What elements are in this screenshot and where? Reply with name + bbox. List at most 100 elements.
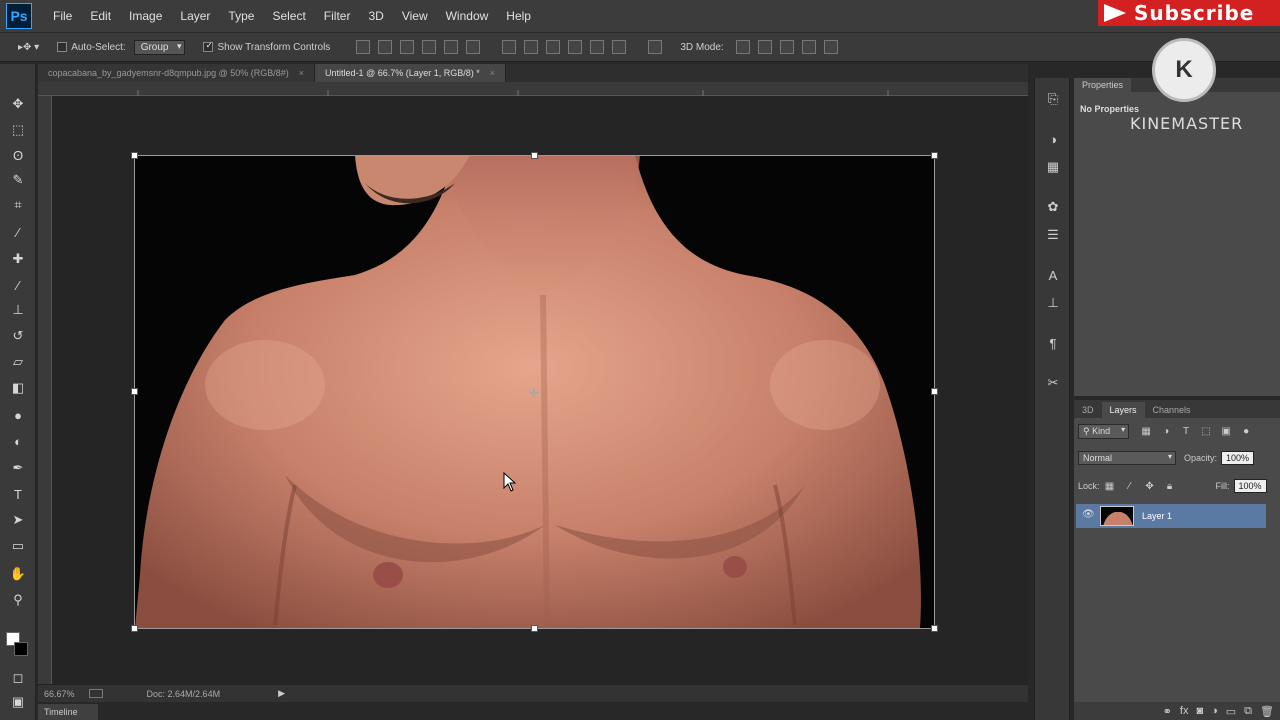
opacity-input[interactable]: 100% xyxy=(1221,451,1255,465)
screen-mode-icon[interactable]: ▣ xyxy=(8,692,28,712)
align-top-icon[interactable] xyxy=(356,40,371,54)
transform-handle[interactable] xyxy=(931,152,938,159)
adjustment-layer-icon[interactable]: ◑ xyxy=(1211,705,1218,717)
move-icon[interactable]: ✥ xyxy=(8,94,28,114)
brush-presets-icon[interactable]: ✿ xyxy=(1044,198,1062,216)
clone-stamp-icon[interactable]: ⊥ xyxy=(8,300,28,320)
show-transform-checkbox[interactable]: Show Transform Controls xyxy=(203,42,330,53)
menu-type[interactable]: Type xyxy=(219,9,263,23)
menu-layer[interactable]: Layer xyxy=(171,9,219,23)
lock-all-icon[interactable]: 🔒︎ xyxy=(1163,479,1177,493)
tab-properties[interactable]: Properties xyxy=(1074,78,1132,92)
layer-filter-dropdown[interactable]: ⚲ Kind xyxy=(1078,424,1130,439)
brush-icon[interactable]: ∕ xyxy=(8,275,28,295)
blur-icon[interactable]: ● xyxy=(8,405,28,425)
adjustments-panel-icon[interactable]: ☰ xyxy=(1044,226,1062,244)
menu-edit[interactable]: Edit xyxy=(81,9,120,23)
eraser-icon[interactable]: ▱ xyxy=(8,352,28,372)
status-icon[interactable] xyxy=(88,689,103,698)
paragraph-panel-icon[interactable]: ¶ xyxy=(1044,334,1062,352)
auto-select-checkbox[interactable]: Auto-Select: xyxy=(57,42,126,53)
zoom-icon[interactable]: ⚲ xyxy=(8,590,28,610)
tab-3d[interactable]: 3D xyxy=(1074,402,1102,418)
close-icon[interactable]: × xyxy=(490,68,495,78)
zoom-level[interactable]: 66.67% xyxy=(44,689,75,699)
menu-select[interactable]: Select xyxy=(263,9,314,23)
transform-handle[interactable] xyxy=(931,625,938,632)
layer-row[interactable]: 👁︎ Layer 1 xyxy=(1076,504,1266,528)
auto-align-icon[interactable] xyxy=(648,40,663,54)
filter-adjustment-icon[interactable]: ◑ xyxy=(1159,425,1173,439)
align-vcenter-icon[interactable] xyxy=(378,40,393,54)
quick-select-icon[interactable]: ✎ xyxy=(8,170,28,190)
menu-3d[interactable]: 3D xyxy=(359,9,392,23)
distribute-top-icon[interactable] xyxy=(502,40,517,54)
transform-handle[interactable] xyxy=(131,388,138,395)
blend-mode-dropdown[interactable]: Normal xyxy=(1078,451,1176,465)
3d-slide-icon[interactable] xyxy=(801,40,816,54)
align-right-icon[interactable] xyxy=(466,40,481,54)
tab-layers[interactable]: Layers xyxy=(1101,402,1145,418)
lasso-icon[interactable]: ʘ xyxy=(8,145,28,165)
menu-filter[interactable]: Filter xyxy=(315,9,360,23)
new-group-icon[interactable]: ▭ xyxy=(1226,705,1236,718)
menu-file[interactable]: File xyxy=(44,9,81,23)
transform-handle[interactable] xyxy=(531,625,538,632)
tools-presets-icon[interactable]: ✂ xyxy=(1044,374,1062,392)
marquee-icon[interactable]: ⬚ xyxy=(8,120,28,140)
align-bottom-icon[interactable] xyxy=(400,40,415,54)
transform-handle[interactable] xyxy=(131,152,138,159)
move-tool-preset-icon[interactable]: ▸✥ ▾ xyxy=(18,42,39,53)
lock-transparent-icon[interactable]: ▦ xyxy=(1103,479,1117,493)
shape-icon[interactable]: ▭ xyxy=(8,536,28,556)
tab-copacabana[interactable]: copacabana_by_gadyemsnr-d8qmpub.jpg @ 50… xyxy=(38,64,316,82)
menu-view[interactable]: View xyxy=(393,9,437,23)
close-icon[interactable]: × xyxy=(299,68,304,78)
3d-roll-icon[interactable] xyxy=(757,40,772,54)
crop-icon[interactable]: ⌗ xyxy=(8,195,28,215)
status-menu-arrow-icon[interactable]: ▶ xyxy=(278,688,285,699)
background-color-swatch[interactable] xyxy=(14,642,28,656)
path-select-icon[interactable]: ➤ xyxy=(8,510,28,530)
menu-window[interactable]: Window xyxy=(437,9,498,23)
filter-type-icon[interactable]: T xyxy=(1179,425,1193,439)
filter-pixel-icon[interactable]: ▦ xyxy=(1139,425,1153,439)
auto-select-dropdown[interactable]: Group xyxy=(133,39,186,55)
layer-style-icon[interactable]: fx xyxy=(1180,705,1189,717)
hand-icon[interactable]: ✋ xyxy=(8,564,28,584)
distribute-left-icon[interactable] xyxy=(568,40,583,54)
distribute-hcenter-icon[interactable] xyxy=(590,40,605,54)
healing-brush-icon[interactable]: ✚ xyxy=(8,249,28,269)
history-panel-icon[interactable]: ⎘ xyxy=(1044,90,1062,108)
3d-drag-icon[interactable] xyxy=(779,40,794,54)
visibility-eye-icon[interactable]: 👁︎ xyxy=(1082,509,1095,520)
filter-smart-object-icon[interactable]: ▣ xyxy=(1219,425,1233,439)
color-panel-icon[interactable]: ◑ xyxy=(1044,130,1062,148)
tab-channels[interactable]: Channels xyxy=(1145,402,1199,418)
distribute-bottom-icon[interactable] xyxy=(546,40,561,54)
fill-input[interactable]: 100% xyxy=(1233,479,1267,493)
menu-image[interactable]: Image xyxy=(120,9,171,23)
lock-image-icon[interactable]: ∕ xyxy=(1123,479,1137,493)
dodge-icon[interactable]: ◐ xyxy=(8,431,28,451)
align-left-icon[interactable] xyxy=(422,40,437,54)
tab-untitled-1[interactable]: Untitled-1 @ 66.7% (Layer 1, RGB/8) * × xyxy=(315,64,507,82)
lock-position-icon[interactable]: ✥ xyxy=(1143,479,1157,493)
delete-layer-icon[interactable]: 🗑︎ xyxy=(1260,705,1274,718)
3d-rotate-icon[interactable] xyxy=(735,40,750,54)
align-hcenter-icon[interactable] xyxy=(444,40,459,54)
quick-mask-icon[interactable]: ◻ xyxy=(8,668,28,688)
new-layer-icon[interactable]: ⧉ xyxy=(1244,705,1252,718)
link-layers-icon[interactable]: ⚭ xyxy=(1163,705,1172,718)
history-brush-icon[interactable]: ↺ xyxy=(8,326,28,346)
character-panel-icon[interactable]: A xyxy=(1044,266,1062,284)
transform-handle[interactable] xyxy=(131,625,138,632)
distribute-right-icon[interactable] xyxy=(612,40,627,54)
filter-toggle-icon[interactable]: ● xyxy=(1239,425,1253,439)
transform-handle[interactable] xyxy=(531,152,538,159)
3d-scale-icon[interactable] xyxy=(823,40,838,54)
swatches-panel-icon[interactable]: ▦ xyxy=(1044,158,1062,176)
pen-icon[interactable]: ✒ xyxy=(8,458,28,478)
menu-help[interactable]: Help xyxy=(497,9,540,23)
add-mask-icon[interactable]: ◙ xyxy=(1196,705,1203,717)
